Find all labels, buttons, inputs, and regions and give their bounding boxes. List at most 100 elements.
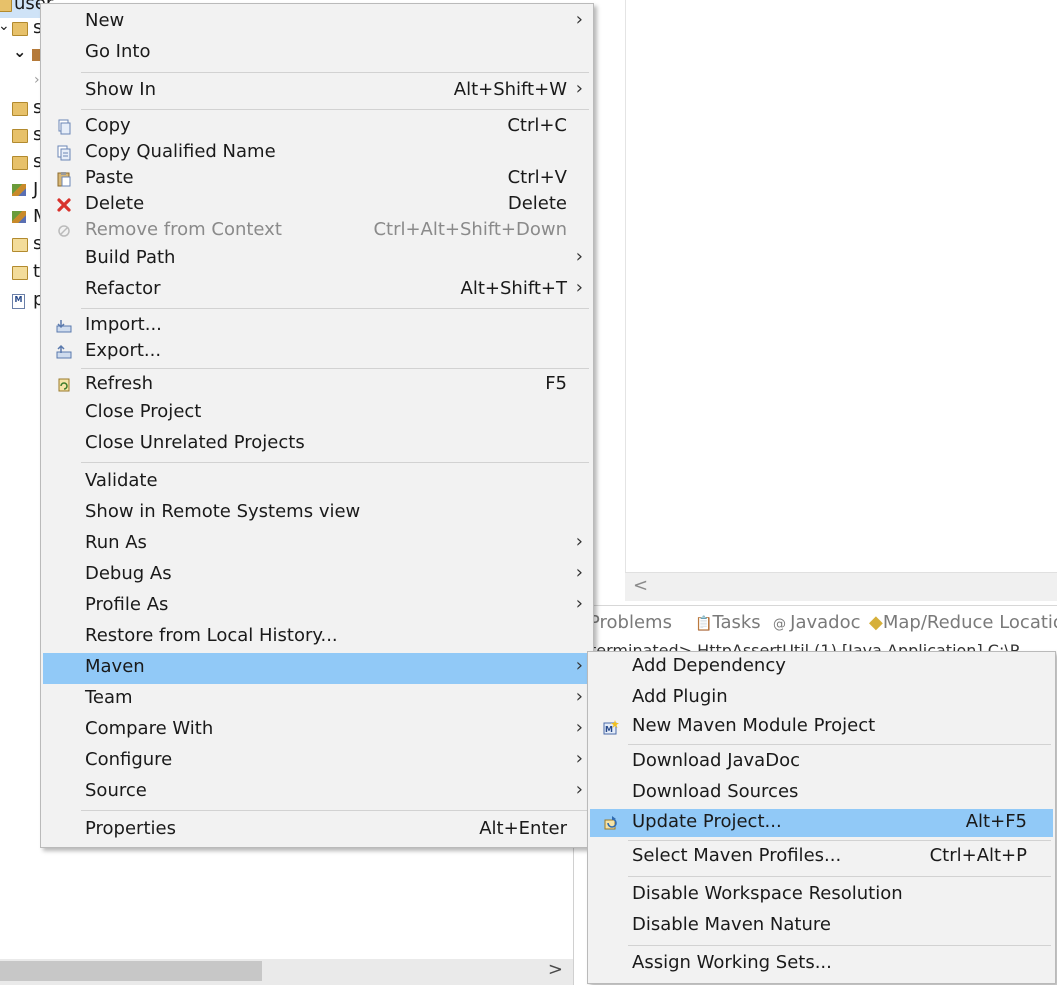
menu-item-paste[interactable]: Paste Ctrl+V [43, 165, 591, 193]
menu-item-label: Download Sources [632, 781, 799, 802]
views-tab-bar: Problems 📋Tasks @ Javadoc ◆Map/Reduce Lo… [577, 605, 1057, 640]
menu-item-validate[interactable]: Validate [43, 468, 591, 496]
tab-label: Problems [589, 612, 672, 633]
chevron-right-icon: › [575, 717, 583, 738]
menu-item-shortcut: Ctrl+V [507, 167, 567, 188]
menu-item-debug-as[interactable]: Debug As › [43, 561, 591, 589]
menu-item-new-maven-module[interactable]: M New Maven Module Project [590, 713, 1053, 741]
menu-item-update-project[interactable]: Update Project... Alt+F5 [590, 809, 1053, 837]
scroll-right-icon[interactable]: > [548, 959, 563, 980]
maven-pom-icon: M [12, 294, 25, 309]
chevron-right-icon: › [575, 562, 583, 583]
tab-problems[interactable]: Problems [589, 612, 672, 633]
scrollbar-thumb[interactable] [0, 961, 262, 981]
menu-item-compare-with[interactable]: Compare With › [43, 716, 591, 744]
menu-item-label: Go Into [85, 41, 151, 62]
menu-separator [628, 945, 1051, 946]
menu-separator [628, 876, 1051, 877]
menu-item-copy[interactable]: Copy Ctrl+C [43, 113, 591, 141]
editor-area[interactable] [625, 0, 1057, 572]
menu-item-close-unrelated-projects[interactable]: Close Unrelated Projects [43, 430, 591, 458]
tree-row[interactable]: › [0, 72, 40, 96]
chevron-right-icon[interactable]: › [34, 72, 40, 88]
menu-item-shortcut: F5 [545, 373, 567, 394]
tree-horizontal-scrollbar[interactable]: > [0, 959, 573, 985]
menu-item-label: Debug As [85, 563, 172, 584]
menu-item-label: Show In [85, 79, 157, 100]
tree-row[interactable]: M [0, 206, 49, 231]
remove-context-icon [56, 223, 72, 239]
menu-item-label: Configure [85, 749, 173, 770]
menu-item-add-dependency[interactable]: Add Dependency [590, 653, 1053, 681]
menu-item-refactor[interactable]: Refactor Alt+Shift+T › [43, 276, 591, 304]
tree-row-project[interactable]: user [0, 0, 53, 18]
menu-item-restore-from-local-history[interactable]: Restore from Local History... [43, 623, 591, 651]
menu-item-source[interactable]: Source › [43, 778, 591, 806]
menu-item-copy-qualified-name[interactable]: Copy Qualified Name [43, 139, 591, 167]
editor-horizontal-scrollbar[interactable]: < [625, 572, 1057, 601]
import-icon [56, 318, 72, 334]
tree-row[interactable]: s [0, 97, 42, 122]
menu-item-label: Show in Remote Systems view [85, 501, 361, 522]
menu-item-go-into[interactable]: Go Into [43, 39, 591, 67]
menu-item-delete[interactable]: Delete Delete [43, 191, 591, 219]
tree-row[interactable]: M p [0, 289, 44, 314]
menu-item-shortcut: Ctrl+Alt+Shift+Down [373, 219, 567, 240]
tree-row[interactable]: J [0, 179, 40, 204]
export-icon [56, 344, 72, 360]
tasks-icon: 📋 [695, 616, 713, 632]
tab-javadoc[interactable]: @ Javadoc [773, 612, 861, 633]
tree-row[interactable]: ⌄ [0, 42, 46, 69]
menu-item-new[interactable]: New › [43, 8, 591, 36]
tree-row-label: J [33, 179, 39, 200]
menu-item-select-maven-profiles[interactable]: Select Maven Profiles... Ctrl+Alt+P [590, 843, 1053, 871]
tree-row[interactable]: s [0, 233, 42, 258]
menu-item-label: Copy [85, 115, 131, 136]
menu-item-properties[interactable]: Properties Alt+Enter [43, 816, 591, 844]
menu-separator [81, 462, 589, 463]
menu-item-show-in[interactable]: Show In Alt+Shift+W › [43, 77, 591, 105]
svg-text:M: M [605, 725, 613, 734]
tree-row[interactable]: t [0, 261, 40, 286]
menu-item-import[interactable]: Import... [43, 312, 591, 340]
menu-item-add-plugin[interactable]: Add Plugin [590, 684, 1053, 712]
menu-separator [81, 308, 589, 309]
menu-item-maven[interactable]: Maven › [43, 653, 591, 684]
folder-icon [12, 266, 28, 280]
delete-icon [56, 197, 72, 213]
tab-label: Map/Reduce Locatio [882, 612, 1057, 633]
menu-item-label: Disable Workspace Resolution [632, 883, 903, 904]
menu-item-profile-as[interactable]: Profile As › [43, 592, 591, 620]
menu-item-shortcut: Alt+Shift+W [453, 79, 567, 100]
menu-item-label: Properties [85, 818, 176, 839]
menu-item-configure[interactable]: Configure › [43, 747, 591, 775]
menu-item-export[interactable]: Export... [43, 338, 591, 366]
menu-item-show-in-remote-systems[interactable]: Show in Remote Systems view [43, 499, 591, 527]
menu-item-download-javadoc[interactable]: Download JavaDoc [590, 748, 1053, 776]
package-explorer-tree: user ⌄ s ⌄ › s s s J M s t M p [0, 0, 53, 960]
tree-row[interactable]: s [0, 151, 42, 176]
menu-item-refresh[interactable]: Refresh F5 [43, 371, 591, 399]
menu-item-label: Run As [85, 532, 147, 553]
menu-item-build-path[interactable]: Build Path › [43, 245, 591, 273]
scroll-left-icon[interactable]: < [633, 575, 648, 596]
menu-item-label: Compare With [85, 718, 214, 739]
menu-item-team[interactable]: Team › [43, 685, 591, 713]
menu-item-disable-workspace-resolution[interactable]: Disable Workspace Resolution [590, 881, 1053, 909]
tree-row[interactable]: s [0, 124, 42, 149]
tree-row[interactable]: ⌄ s [0, 17, 42, 42]
menu-item-run-as[interactable]: Run As › [43, 530, 591, 558]
tab-label: Javadoc [790, 612, 861, 633]
tab-mapreduce[interactable]: ◆Map/Reduce Locatio [869, 612, 1057, 633]
menu-item-close-project[interactable]: Close Project [43, 399, 591, 427]
menu-item-disable-maven-nature[interactable]: Disable Maven Nature [590, 912, 1053, 940]
menu-item-shortcut: Delete [507, 193, 567, 214]
mapreduce-icon: ◆ [869, 612, 883, 633]
chevron-down-icon[interactable]: ⌄ [0, 18, 10, 34]
chevron-down-icon[interactable]: ⌄ [13, 42, 26, 61]
menu-item-shortcut: Alt+Shift+T [460, 278, 567, 299]
package-folder-icon [12, 22, 28, 36]
menu-item-download-sources[interactable]: Download Sources [590, 779, 1053, 807]
menu-item-assign-working-sets[interactable]: Assign Working Sets... [590, 950, 1053, 978]
tab-tasks[interactable]: 📋Tasks [695, 612, 761, 633]
